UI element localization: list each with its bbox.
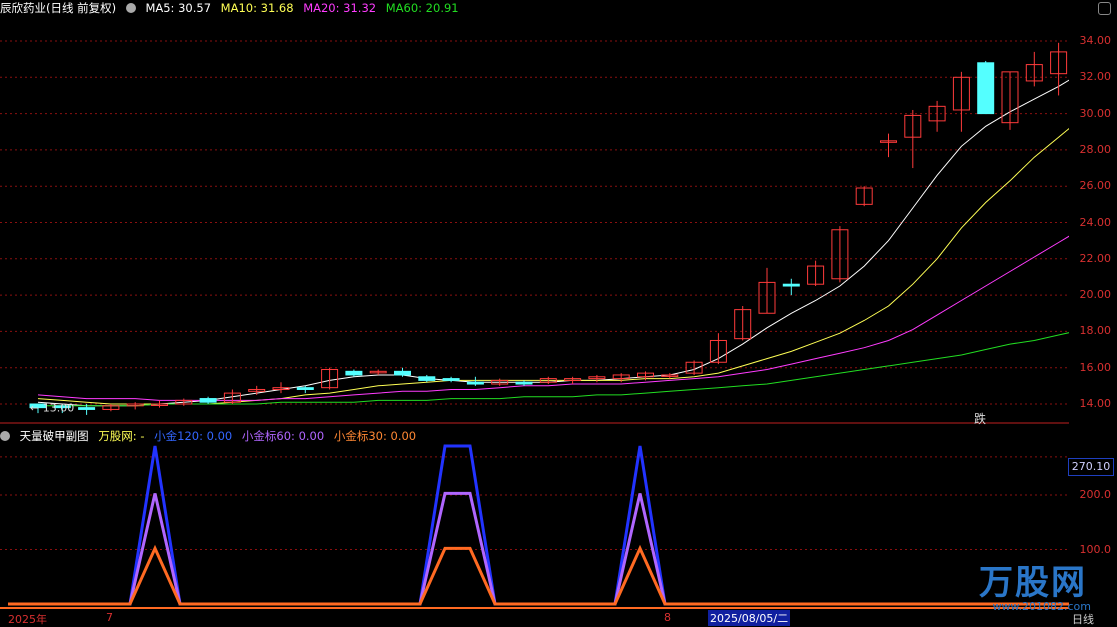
sub-toggle-icon[interactable] [0, 431, 10, 441]
price-chart[interactable]: ↖ 35.20← 13.00 [0, 14, 1069, 424]
sub-s1-readout: 小金120: 0.00 [154, 429, 233, 443]
candle-body [442, 378, 460, 381]
candle-body [977, 62, 995, 115]
price-axis: 34.00 32.00 30.00 28.00 26.00 24.00 22.00 20.00… [1069, 14, 1117, 424]
indicator-current-value: 270.10 [1068, 458, 1114, 476]
price-tick-label: 22.00 [1079, 251, 1112, 265]
candle-body [199, 398, 217, 403]
watermark-url: www.201082.com [992, 600, 1091, 613]
candle-body [515, 381, 533, 385]
candle-body [394, 370, 411, 376]
candle-body [78, 407, 96, 410]
candle-body [345, 370, 363, 376]
sub-source: 万股网: - [98, 429, 145, 443]
ma-line-ma60 [38, 332, 1069, 407]
price-tick-label: 26.00 [1079, 179, 1112, 193]
ma60-readout: MA60: 20.91 [385, 1, 459, 15]
sub-title[interactable]: 天量破甲副图 [20, 429, 89, 443]
sub-series-2 [8, 491, 1069, 606]
ma-line-ma10 [37, 127, 1069, 405]
candle-body [466, 381, 484, 385]
sub-series-3 [8, 544, 1069, 606]
sub-s2-readout: 小金标60: 0.00 [241, 429, 325, 443]
price-tick-label: 28.00 [1079, 142, 1112, 156]
x-label-july: 7 [106, 611, 113, 624]
watermark-logo: 万股网 [979, 563, 1087, 603]
period-label[interactable]: 日线 [1072, 611, 1094, 627]
price-tick-label: 20.00 [1079, 288, 1112, 302]
fall-flag: 跌 [974, 412, 987, 426]
price-tick-label: 16.00 [1079, 360, 1112, 374]
price-tick-label: 30.00 [1079, 106, 1112, 120]
stock-title[interactable]: 辰欣药业(日线 前复权) [0, 1, 116, 15]
sub-series-1 [8, 444, 1069, 606]
price-tick-label: 32.00 [1079, 70, 1112, 84]
ma-line-ma5 [37, 79, 1069, 407]
price-tick-label: 34.00 [1079, 34, 1112, 47]
price-tick-label: 24.00 [1079, 215, 1112, 229]
price-tick-label: 14.00 [1079, 397, 1112, 410]
ma10-readout: MA10: 31.68 [220, 1, 294, 15]
x-label-august: 8 [664, 611, 671, 624]
indicator-toggle-icon[interactable] [125, 3, 136, 13]
ma5-readout: MA5: 30.57 [145, 1, 212, 15]
price-tick-label: 18.00 [1079, 324, 1112, 338]
x-label-year: 2025年 [8, 613, 47, 626]
ma-line-ma20 [37, 235, 1069, 401]
ma20-readout: MA20: 31.32 [303, 1, 377, 15]
candle-body [782, 283, 800, 287]
candle-body [418, 376, 436, 381]
indicator-tick-label: 100.0 [1079, 542, 1112, 556]
indicator-tick-label: 200.0 [1079, 488, 1112, 502]
cursor-date-label: 2025/08/05/二 [708, 610, 791, 626]
indicator-chart[interactable] [0, 442, 1069, 610]
low-price-label: ← 13.00 [30, 402, 74, 415]
candle-body [296, 387, 314, 390]
sub-s3-readout: 小金标30: 0.00 [333, 429, 417, 443]
